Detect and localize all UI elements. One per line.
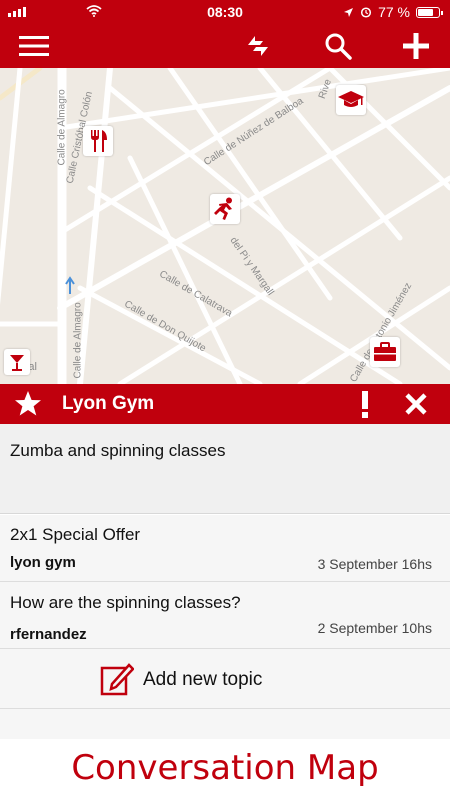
exclamation-icon: [362, 391, 368, 418]
bar-marker[interactable]: [4, 349, 30, 375]
add-icon: [403, 33, 429, 59]
add-topic-label: Add new topic: [143, 669, 263, 690]
close-icon: [405, 393, 427, 415]
education-marker[interactable]: [336, 85, 366, 115]
battery-icon: [416, 6, 443, 18]
add-button[interactable]: [394, 24, 438, 68]
place-name: Lyon Gym: [62, 393, 155, 414]
location-icon: [344, 7, 354, 17]
favorite-button[interactable]: [6, 382, 50, 426]
toolbar: [0, 24, 450, 68]
star-icon: [15, 391, 41, 416]
status-right: 77 %: [343, 4, 443, 20]
topic-item[interactable]: 2x1 Special Offer lyon gym 3 September 1…: [0, 515, 450, 582]
topic-author: lyon gym: [10, 554, 76, 571]
close-button[interactable]: [394, 382, 438, 426]
search-icon: [325, 33, 352, 60]
restaurant-marker[interactable]: [83, 126, 113, 156]
street-label: Calle de Almagro: [56, 89, 68, 166]
list-spacer: [0, 709, 450, 739]
battery-percent: 77 %: [378, 4, 410, 20]
topic-item[interactable]: How are the spinning classes? rfernandez…: [0, 582, 450, 649]
topic-date: 3 September 16hs: [317, 556, 432, 572]
description-text: Zumba and spinning classes: [10, 441, 226, 460]
work-icon: [374, 342, 396, 361]
gym-marker[interactable]: [210, 194, 240, 224]
gym-icon: [214, 197, 232, 220]
map-view[interactable]: Calle de Almagro Calle Cristóbal Colón C…: [0, 68, 450, 384]
report-button[interactable]: [343, 382, 387, 426]
topic-author: rfernandez: [10, 626, 87, 643]
alarm-icon: [361, 7, 372, 18]
add-topic-button[interactable]: Add new topic: [0, 649, 450, 709]
status-bar: 08:30 77 %: [0, 0, 450, 24]
caption: Conversation Map: [71, 748, 379, 788]
education-icon: [338, 91, 364, 107]
place-description: Zumba and spinning classes: [0, 424, 450, 514]
search-button[interactable]: [316, 24, 360, 68]
bar-icon: [10, 355, 24, 371]
place-header: Lyon Gym: [0, 384, 450, 424]
work-marker[interactable]: [370, 337, 400, 367]
menu-button[interactable]: [12, 24, 56, 68]
refresh-icon: [248, 36, 268, 56]
compose-icon: [100, 663, 134, 696]
refresh-button[interactable]: [236, 24, 280, 68]
topic-title: 2x1 Special Offer: [10, 525, 141, 544]
restaurant-icon: [91, 130, 107, 152]
street-label: Calle de Almagro: [72, 302, 84, 379]
menu-icon: [19, 36, 49, 56]
topic-title: How are the spinning classes?: [10, 593, 241, 612]
topic-date: 2 September 10hs: [317, 620, 432, 636]
